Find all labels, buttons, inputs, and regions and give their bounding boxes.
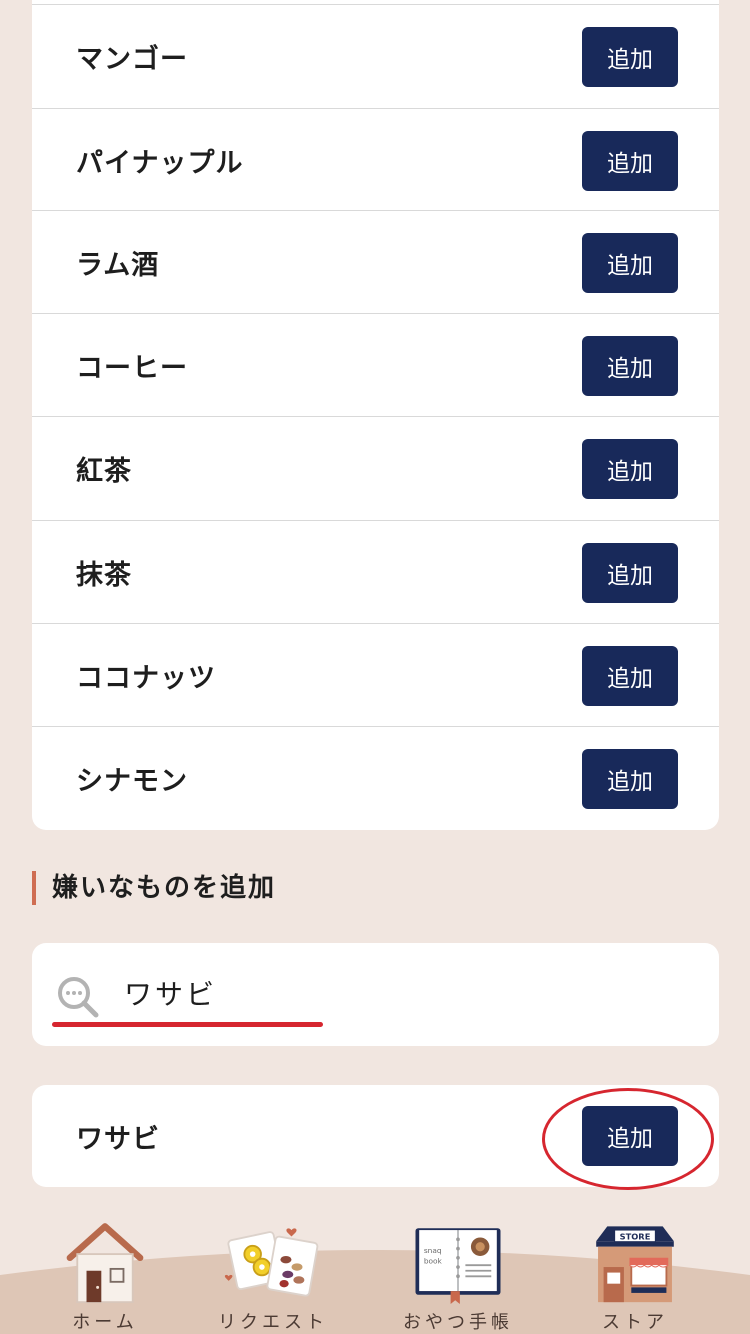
store-sign-text: STORE [620, 1231, 651, 1241]
highlight-circle [542, 1088, 714, 1190]
nav-snack-book[interactable]: snaq book おやつ手帳 [373, 1205, 543, 1334]
book-icon-text: book [424, 1256, 443, 1265]
nav-label: ストア [602, 1312, 668, 1333]
list-item: コーヒー 追加 [32, 313, 719, 417]
snack-cards-icon [224, 1228, 319, 1297]
house-icon [66, 1223, 144, 1304]
search-box [32, 943, 719, 1046]
snack-book-icon: snaq book [415, 1228, 501, 1304]
add-button[interactable]: 追加 [582, 232, 678, 293]
list-item: パイナップル 追加 [32, 108, 719, 212]
highlight-underline [52, 1022, 323, 1027]
nav-home[interactable]: ホーム [20, 1205, 190, 1334]
bottom-nav: ホーム リクエスト snaq book おやつ手帳 STORE ストア [0, 1205, 750, 1334]
flavor-list-card: マンゴー 追加 パイナップル 追加 ラム酒 追加 コーヒー 追加 紅茶 追加 抹… [32, 0, 719, 830]
add-button[interactable]: 追加 [582, 335, 678, 396]
list-item-label: シナモン [76, 766, 188, 797]
nav-label: おやつ手帳 [403, 1312, 513, 1333]
search-result-label: ワサビ [76, 1123, 160, 1155]
search-icon [58, 977, 99, 1018]
list-item: ココナッツ 追加 [32, 623, 719, 727]
list-item-label: マンゴー [76, 44, 188, 75]
add-button[interactable]: 追加 [582, 748, 678, 809]
page: マンゴー 追加 パイナップル 追加 ラム酒 追加 コーヒー 追加 紅茶 追加 抹… [0, 0, 750, 1334]
search-input[interactable] [124, 965, 624, 1021]
list-item: ラム酒 追加 [32, 210, 719, 314]
list-item-label: ココナッツ [76, 663, 216, 694]
list-item: 紅茶 追加 [32, 416, 719, 520]
add-button[interactable]: 追加 [582, 130, 678, 191]
book-icon-text: snaq [424, 1246, 442, 1255]
list-item-label: 紅茶 [76, 456, 132, 487]
add-button[interactable]: 追加 [582, 26, 678, 87]
nav-store[interactable]: STORE ストア [550, 1205, 720, 1334]
add-button[interactable]: 追加 [582, 645, 678, 706]
add-button[interactable]: 追加 [582, 438, 678, 499]
list-item-label: ラム酒 [76, 250, 160, 281]
nav-label: リクエスト [218, 1312, 328, 1333]
list-item-label: パイナップル [76, 148, 244, 179]
list-item-label: コーヒー [76, 353, 188, 384]
section-heading: 嫌いなものを追加 [32, 871, 276, 905]
list-item-label: 抹茶 [76, 560, 132, 591]
add-button[interactable]: 追加 [582, 542, 678, 603]
store-icon: STORE [596, 1226, 674, 1303]
list-item: 抹茶 追加 [32, 520, 719, 624]
list-item: マンゴー 追加 [32, 4, 719, 108]
list-item: シナモン 追加 [32, 726, 719, 830]
nav-request[interactable]: リクエスト [188, 1205, 358, 1334]
nav-label: ホーム [72, 1312, 138, 1333]
